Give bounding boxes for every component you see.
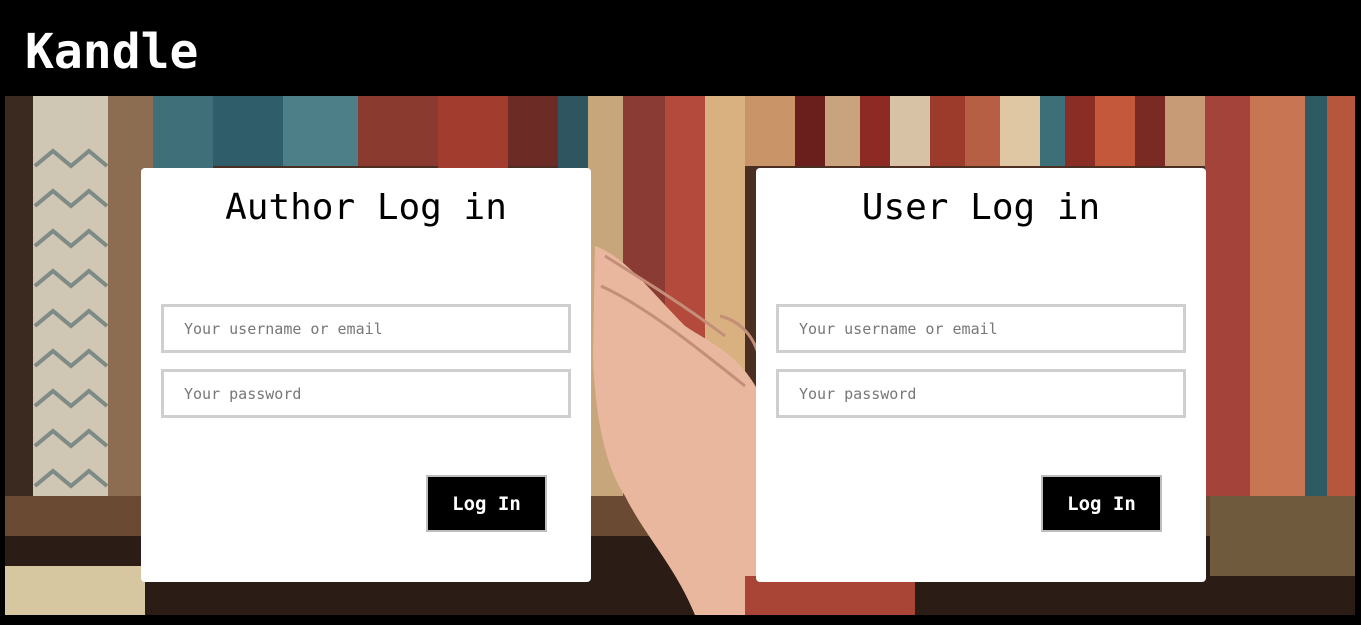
- author-login-card: Author Log in Log In: [141, 168, 591, 582]
- author-username-input[interactable]: [161, 304, 571, 353]
- user-login-card: User Log in Log In: [756, 168, 1206, 582]
- user-username-input[interactable]: [776, 304, 1186, 353]
- user-password-input[interactable]: [776, 369, 1186, 418]
- author-login-button[interactable]: Log In: [426, 475, 547, 532]
- user-login-title: User Log in: [861, 187, 1101, 228]
- top-bar: Kandle: [0, 0, 1361, 96]
- app-logo-title[interactable]: Kandle: [25, 20, 198, 84]
- user-login-button[interactable]: Log In: [1041, 475, 1162, 532]
- author-login-title: Author Log in: [225, 187, 507, 228]
- author-password-input[interactable]: [161, 369, 571, 418]
